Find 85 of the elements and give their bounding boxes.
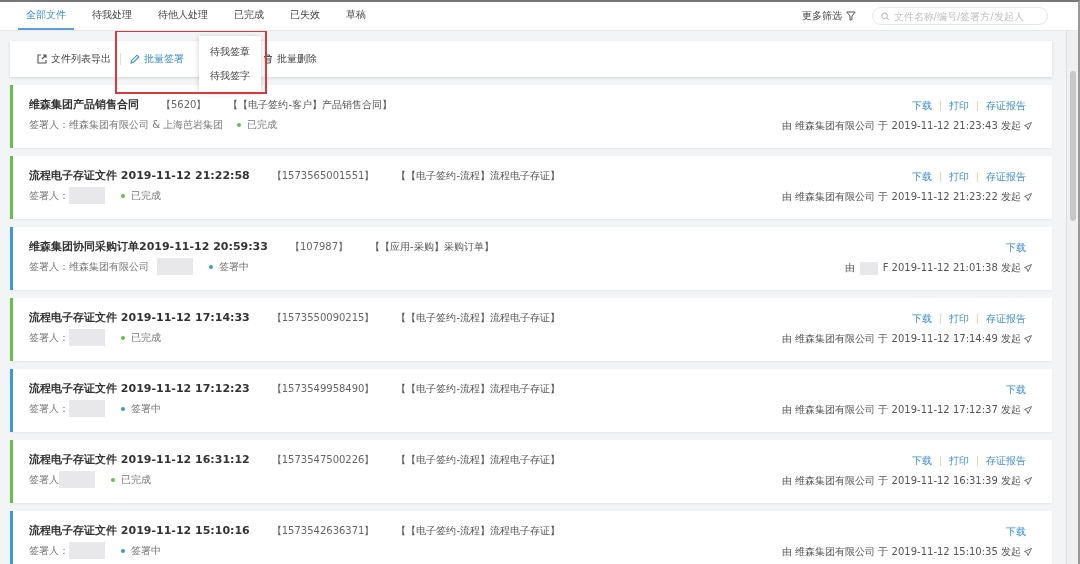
more-filters-button[interactable]: 更多筛选 [800,7,858,25]
tab[interactable]: 待我处理 [84,2,140,30]
action-link[interactable]: 下载 [912,312,932,326]
scrollbar[interactable] [1066,31,1078,564]
document-title[interactable]: 流程电子存证文件 2019-11-12 21:22:58 [29,168,250,183]
initiator-text: 由 维森集团有限公司 于 2019-11-12 17:14:49 发起 [782,332,1021,346]
search-icon [881,11,890,21]
document-category: 【【电子签约-流程】流程电子存证】 [396,452,561,467]
tab[interactable]: 已完成 [226,2,272,30]
document-category: 【【应用-采购】采购订单】 [370,239,494,254]
signer-label: 签署人： [29,543,69,558]
action-link[interactable]: 存证报告 [986,99,1026,113]
toolbar-action[interactable]: 批量删除 [260,50,320,68]
document-number: 【107987】 [289,239,349,254]
document-title[interactable]: 流程电子存证文件 2019-11-12 15:10:16 [29,523,250,538]
action-link[interactable]: 存证报告 [986,312,1026,326]
send-icon [1024,477,1032,485]
initiator-text: 由 维森集团有限公司 于 2019-11-12 21:23:43 发起 [782,119,1021,133]
document-title[interactable]: 流程电子存证文件 2019-11-12 17:12:23 [29,381,250,396]
send-icon [1024,406,1032,414]
document-category: 【【电子签约-流程】流程电子存证】 [396,310,561,325]
signer-label: 签署人 [29,472,59,487]
toolbar-action[interactable]: 文件列表导出 [34,50,114,68]
status-text: 已完成 [121,472,151,487]
document-number: 【1573565001551】 [271,168,375,183]
document-title[interactable]: 维森集团产品销售合同 [29,97,139,112]
initiator-text: F 2019-11-12 21:01:38 发起 [882,261,1021,275]
signer-label: 签署人： [29,117,69,132]
document-number: 【1573550090215】 [271,310,375,325]
send-icon [1024,264,1032,272]
status-text: 签署中 [219,259,249,274]
tab[interactable]: 草稿 [338,2,374,30]
action-link[interactable]: 下载 [912,454,932,468]
action-link[interactable]: 下载 [1006,383,1026,397]
document-category: 【【电子签约-流程】流程电子存证】 [396,168,561,183]
status-text: 已完成 [131,188,161,203]
action-link[interactable]: 打印 [949,454,969,468]
tab[interactable]: 全部文件 [18,2,74,30]
document-category: 【【电子签约-流程】流程电子存证】 [396,381,561,396]
export-icon [37,54,47,64]
send-icon [1024,193,1032,201]
status-text: 签署中 [131,401,161,416]
action-link[interactable]: 存证报告 [986,170,1026,184]
action-link[interactable]: 打印 [949,312,969,326]
status-text: 签署中 [131,543,161,558]
send-icon [1024,122,1032,130]
status-text: 已完成 [131,330,161,345]
document-title[interactable]: 维森集团协同采购订单2019-11-12 20:59:33 [29,239,268,254]
status-text: 已完成 [247,117,278,132]
send-icon [1024,335,1032,343]
action-link[interactable]: 下载 [1006,241,1026,255]
document-category: 【【电子签约-流程】流程电子存证】 [396,523,561,538]
action-link[interactable]: 下载 [1006,525,1026,539]
toolbar-action[interactable]: 批量签署 [127,50,187,68]
party-name: 维森集团有限公司 & 上海芭岩集团 [69,117,224,132]
initiator-text: 由 维森集团有限公司 于 2019-11-12 16:31:39 发起 [782,474,1021,488]
signer-label: 签署人： [29,259,69,274]
menu-item[interactable]: 待我签字 [199,64,261,88]
document-number: 【1573549958490】 [271,381,375,396]
document-title[interactable]: 流程电子存证文件 2019-11-12 16:31:12 [29,452,250,467]
document-title[interactable]: 流程电子存证文件 2019-11-12 17:14:33 [29,310,250,325]
document-number: 【1573547500226】 [271,452,375,467]
action-link[interactable]: 打印 [949,99,969,113]
signer-label: 签署人： [29,401,69,416]
party-name: 维森集团有限公司 [69,259,149,274]
signer-label: 签署人： [29,330,69,345]
pencil-icon [130,54,140,64]
action-link[interactable]: 下载 [912,99,932,113]
initiator-text: 由 维森集团有限公司 于 2019-11-12 15:10:35 发起 [782,545,1021,559]
document-number: 【5620】 [161,97,207,112]
menu-item[interactable]: 待我签章 [199,40,261,64]
funnel-icon [846,11,856,21]
tab[interactable]: 已失效 [282,2,328,30]
action-link[interactable]: 下载 [912,170,932,184]
send-icon [1024,548,1032,556]
action-link[interactable]: 存证报告 [986,454,1026,468]
document-number: 【1573542636371】 [271,523,375,538]
initiator-text: 由 维森集团有限公司 于 2019-11-12 17:12:37 发起 [782,403,1021,417]
document-category: 【【电子签约-客户】产品销售合同】 [228,97,393,112]
trash-icon [263,54,273,64]
initiator-text: 由 [844,261,855,275]
action-link[interactable]: 打印 [949,170,969,184]
signer-label: 签署人： [29,188,69,203]
tab[interactable]: 待他人处理 [150,2,216,30]
initiator-text: 由 维森集团有限公司 于 2019-11-12 21:23:22 发起 [782,190,1021,204]
